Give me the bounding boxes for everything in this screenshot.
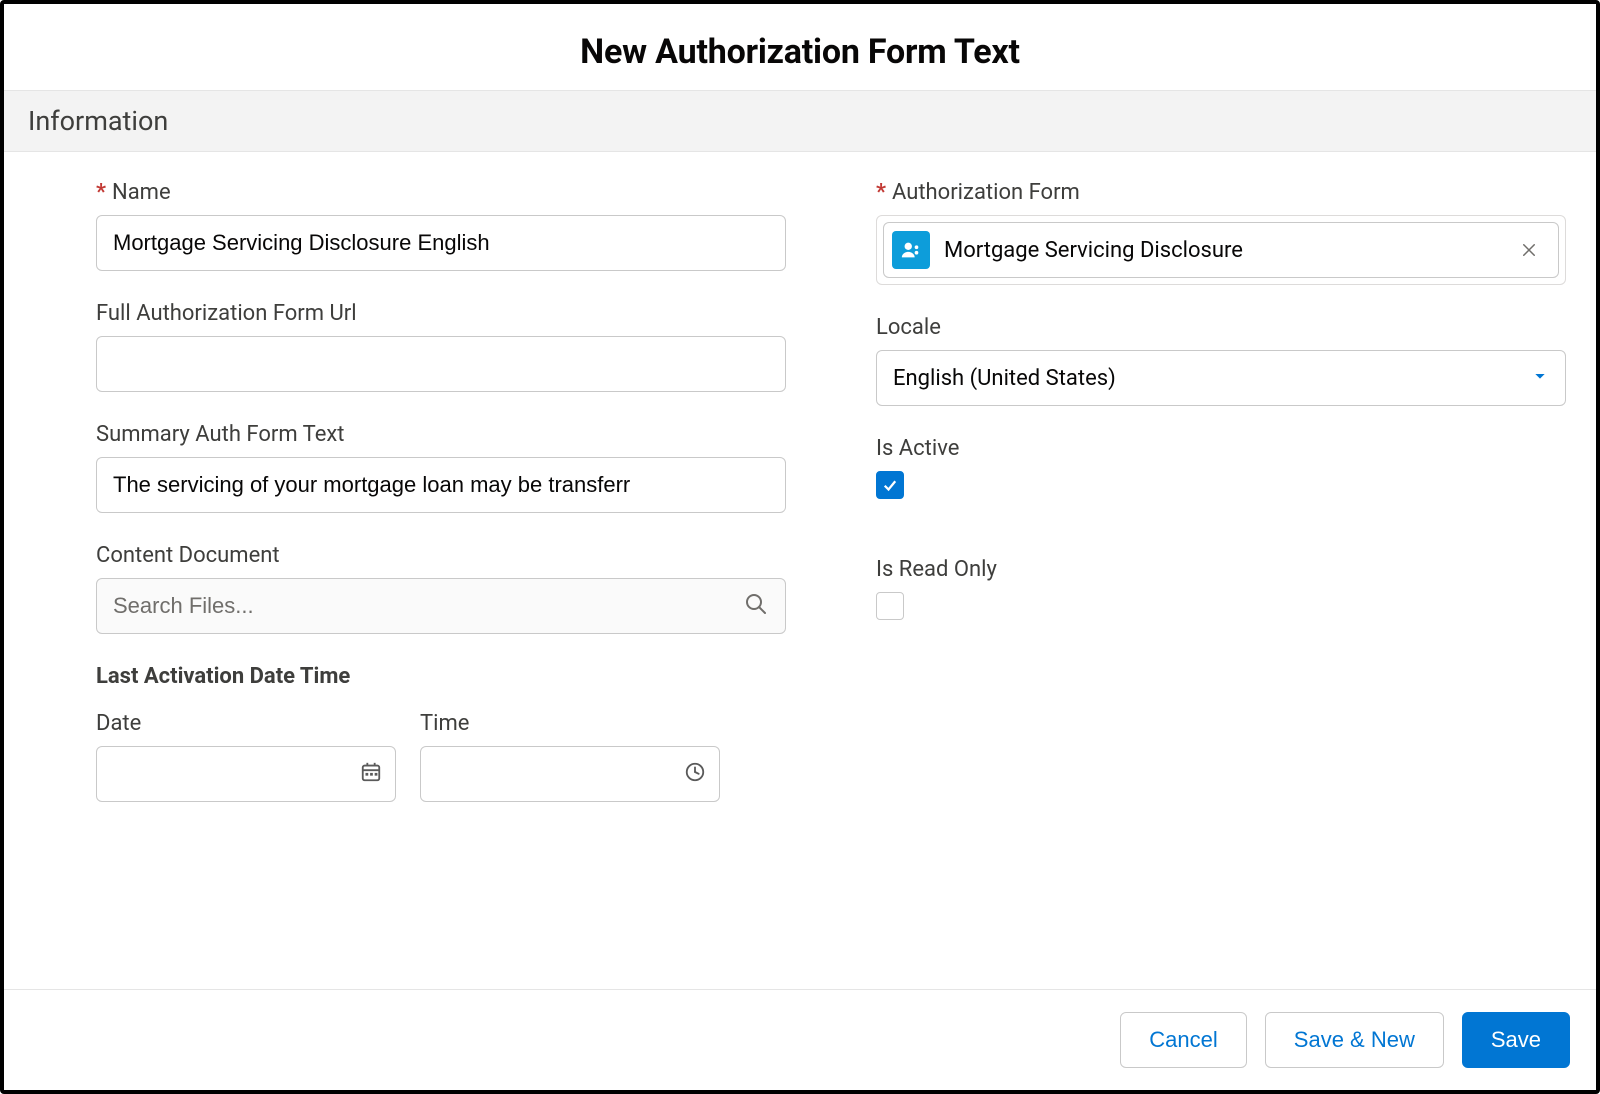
section-information-header: Information <box>4 90 1596 152</box>
name-input[interactable] <box>96 215 786 271</box>
modal-title: New Authorization Form Text <box>4 32 1596 72</box>
content-document-search[interactable] <box>96 578 786 634</box>
modal-header: New Authorization Form Text <box>4 4 1596 90</box>
form-body: * Name Full Authorization Form Url Summa… <box>4 152 1596 989</box>
field-auth-form: * Authorization Form Mortgage Servicing … <box>876 180 1566 285</box>
field-last-activation: Last Activation Date Time Date <box>96 664 786 802</box>
modal-frame: New Authorization Form Text Information … <box>0 0 1600 1094</box>
heading-last-activation: Last Activation Date Time <box>96 664 786 689</box>
field-is-read-only: Is Read Only <box>876 557 1566 624</box>
field-date: Date <box>96 711 396 802</box>
label-auth-form: * Authorization Form <box>876 180 1566 205</box>
summary-input[interactable] <box>96 457 786 513</box>
label-time: Time <box>420 711 720 736</box>
label-content-document: Content Document <box>96 543 786 568</box>
save-and-new-button[interactable]: Save & New <box>1265 1012 1444 1068</box>
col-right: * Authorization Form Mortgage Servicing … <box>876 180 1566 832</box>
time-input[interactable] <box>420 746 720 802</box>
field-full-url: Full Authorization Form Url <box>96 301 786 392</box>
is-read-only-checkbox[interactable] <box>876 592 904 620</box>
auth-form-value: Mortgage Servicing Disclosure <box>944 238 1500 263</box>
modal-footer: Cancel Save & New Save <box>4 989 1596 1090</box>
label-summary: Summary Auth Form Text <box>96 422 786 447</box>
field-time: Time <box>420 711 720 802</box>
auth-form-icon <box>892 231 930 269</box>
col-left: * Name Full Authorization Form Url Summa… <box>96 180 786 832</box>
label-date: Date <box>96 711 396 736</box>
auth-form-lookup[interactable]: Mortgage Servicing Disclosure <box>876 215 1566 285</box>
field-locale: Locale English (United States) <box>876 315 1566 406</box>
label-is-read-only: Is Read Only <box>876 557 1566 582</box>
label-full-url: Full Authorization Form Url <box>96 301 786 326</box>
field-summary: Summary Auth Form Text <box>96 422 786 513</box>
label-name-text: Name <box>112 180 171 205</box>
required-marker: * <box>96 180 106 205</box>
cancel-button[interactable]: Cancel <box>1120 1012 1246 1068</box>
date-input[interactable] <box>96 746 396 802</box>
label-name: * Name <box>96 180 786 205</box>
close-icon[interactable] <box>1514 235 1544 265</box>
field-is-active: Is Active <box>876 436 1566 499</box>
label-is-active: Is Active <box>876 436 1566 461</box>
field-content-document: Content Document <box>96 543 786 634</box>
locale-value: English (United States) <box>893 366 1116 391</box>
is-active-checkbox[interactable] <box>876 471 904 499</box>
label-locale: Locale <box>876 315 1566 340</box>
locale-select[interactable]: English (United States) <box>876 350 1566 406</box>
save-button[interactable]: Save <box>1462 1012 1570 1068</box>
field-name: * Name <box>96 180 786 271</box>
required-marker: * <box>876 180 886 205</box>
full-url-input[interactable] <box>96 336 786 392</box>
label-auth-form-text: Authorization Form <box>892 180 1080 205</box>
